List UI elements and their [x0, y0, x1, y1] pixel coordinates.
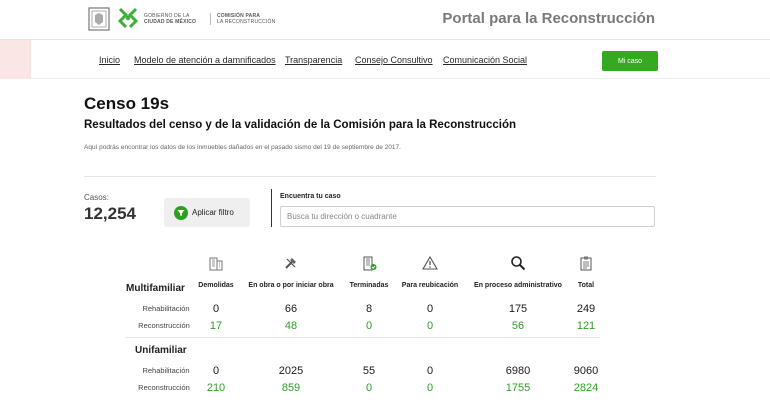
nav-item-modelo-atencion[interactable]: Modelo de atención a damnificados	[134, 55, 276, 65]
table-cell: 9060	[573, 365, 599, 377]
table-cell: 66	[284, 303, 298, 315]
gov-line-2: CIUDAD DE MÉXICO	[144, 19, 197, 25]
table-cell: 17	[209, 320, 223, 332]
comm-line-2: LA RECONSTRUCCIÓN	[217, 19, 276, 25]
group-title-multifamiliar: Multifamiliar	[126, 283, 185, 294]
warning-icon	[422, 255, 438, 270]
mi-caso-button[interactable]: Mi caso	[602, 51, 658, 71]
row-label: Rehabilitación	[142, 304, 190, 313]
col-header-terminadas: Terminadas	[349, 282, 389, 289]
col-header-reubicacion: Para reubicación	[401, 282, 459, 289]
table-cell: 0	[426, 320, 434, 332]
casos-count: 12,254	[84, 204, 136, 223]
col-header-en-obra: En obra o por iniciar obra	[248, 282, 334, 289]
clipboard-icon	[580, 256, 592, 271]
table-cell: 0	[365, 320, 373, 332]
top-header: GOBIERNO DE LA CIUDAD DE MÉXICO COMISIÓN…	[0, 0, 770, 40]
nav-item-transparencia[interactable]: Transparencia	[285, 55, 342, 65]
nav-item-inicio[interactable]: Inicio	[99, 55, 120, 65]
table-cell: 0	[365, 382, 373, 394]
table-cell: 210	[206, 382, 226, 394]
nav-item-consejo-consultivo[interactable]: Consejo Consultivo	[355, 55, 433, 65]
apply-filter-button[interactable]: Aplicar filtro	[164, 198, 250, 227]
table-cell: 6980	[505, 365, 531, 377]
gov-logo-text: GOBIERNO DE LA CIUDAD DE MÉXICO	[144, 13, 200, 25]
col-header-proceso-administrativo: En proceso administrativo	[474, 282, 562, 289]
building-icon	[209, 257, 223, 271]
table-cell: 0	[212, 365, 220, 377]
table-cell: 0	[212, 303, 220, 315]
portal-title: Portal para la Reconstrucción	[442, 10, 655, 27]
col-header-total: Total	[577, 282, 595, 289]
table-cell: 48	[284, 320, 298, 332]
search-input[interactable]	[280, 206, 655, 227]
finished-building-icon	[363, 256, 377, 271]
table-cell: 0	[426, 382, 434, 394]
table-cell: 55	[362, 365, 376, 377]
table-cell: 121	[576, 320, 596, 332]
casos-label: Casos:	[84, 193, 109, 202]
group-title-unifamiliar: Unifamiliar	[135, 345, 187, 356]
commission-logo-text: COMISIÓN PARA LA RECONSTRUCCIÓN	[210, 13, 280, 25]
search-divider	[271, 189, 272, 227]
page-title: Censo 19s	[84, 94, 170, 113]
row-label: Rehabilitación	[142, 366, 190, 375]
search-icon	[511, 256, 526, 271]
row-label: Reconstrucción	[138, 321, 190, 330]
group-divider	[126, 337, 600, 338]
nav-item-comunicacion-social[interactable]: Comunicación Social	[443, 55, 527, 65]
cdmx-logo	[117, 7, 139, 29]
table-cell: 8	[365, 303, 373, 315]
table-cell: 0	[426, 365, 434, 377]
page-description: Aquí podrás encontrar los datos de los i…	[84, 144, 401, 151]
table-cell: 249	[576, 303, 596, 315]
table-cell: 859	[281, 382, 301, 394]
table-cell: 2025	[278, 365, 304, 377]
divider	[84, 176, 656, 177]
table-cell: 56	[511, 320, 525, 332]
nav-active-highlight	[0, 40, 31, 79]
row-label: Reconstrucción	[138, 383, 190, 392]
table-cell: 175	[508, 303, 528, 315]
table-cell: 1755	[505, 382, 531, 394]
page-subtitle: Resultados del censo y de la validación …	[84, 119, 517, 131]
table-cell: 0	[426, 303, 434, 315]
col-header-demolidas: Demolidas	[198, 282, 234, 289]
filter-icon	[174, 205, 188, 220]
apply-filter-label: Aplicar filtro	[192, 208, 234, 217]
search-label: Encuentra tu caso	[280, 193, 341, 200]
tools-icon	[285, 258, 296, 269]
table-cell: 2824	[573, 382, 599, 394]
coat-of-arms-logo	[88, 7, 110, 31]
